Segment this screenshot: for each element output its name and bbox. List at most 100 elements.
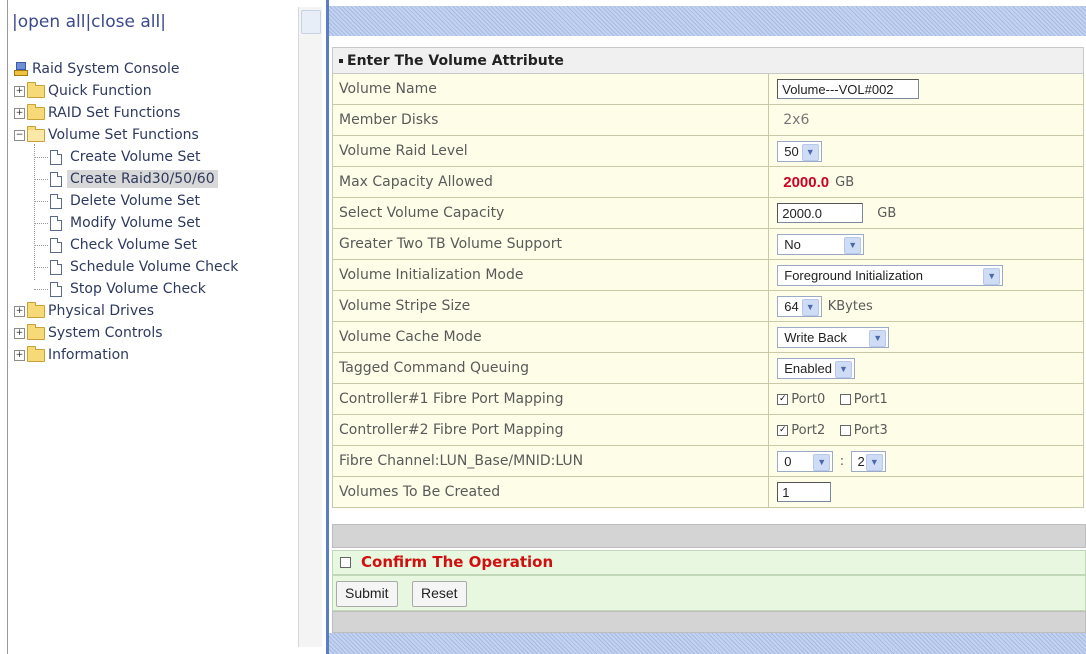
console-icon	[14, 62, 28, 76]
submit-button[interactable]: Submit	[336, 581, 398, 607]
unit-label: GB	[877, 205, 897, 221]
chevron-down-icon[interactable]: ▼	[983, 267, 1001, 285]
checkbox-label: Port3	[853, 422, 888, 438]
content-frame: Enter The Volume Attribute Volume Name V…	[329, 0, 1086, 654]
row-raid-level: Volume Raid Level 50 ▼	[331, 135, 1084, 167]
select-value: 2	[857, 453, 865, 469]
select-value: 50	[784, 143, 799, 159]
expand-plus-icon[interactable]: +	[14, 108, 25, 119]
row-max-capacity: Max Capacity Allowed 2000.0 GB	[331, 166, 1084, 198]
init-mode-select[interactable]: Foreground Initialization ▼	[777, 264, 1004, 286]
raid-level-select[interactable]: 50 ▼	[777, 140, 822, 162]
chevron-down-icon[interactable]: ▼	[801, 143, 819, 161]
tree-item-label: Modify Volume Set	[70, 215, 201, 231]
cache-mode-select[interactable]: Write Back ▼	[777, 326, 890, 348]
expand-plus-icon[interactable]: +	[14, 86, 25, 97]
field-label: Tagged Command Queuing	[331, 352, 770, 384]
confirm-row: Confirm The Operation	[332, 550, 1086, 575]
footer-bar	[332, 611, 1086, 633]
tree-item-label: Check Volume Set	[70, 237, 198, 253]
member-disks-value: 2x6	[783, 112, 810, 128]
volume-attribute-form: Enter The Volume Attribute Volume Name V…	[331, 47, 1084, 508]
tree-group-label: Quick Function	[48, 83, 152, 99]
close-all-link[interactable]: close all	[91, 12, 160, 32]
lun-base-select[interactable]: 0 ▼	[777, 450, 834, 472]
open-all-link[interactable]: open all	[18, 12, 86, 32]
checkbox-label: Port1	[853, 391, 888, 407]
row-tcq: Tagged Command Queuing Enabled ▼	[331, 352, 1084, 384]
field-label: Volume Initialization Mode	[331, 259, 770, 291]
tree-item-label: Create Volume Set	[70, 149, 201, 165]
row-ctrl1-mapping: Controller#1 Fibre Port Mapping ✓ Port0 P…	[331, 383, 1084, 415]
max-capacity-value: 2000.0	[783, 173, 830, 191]
frame-border	[7, 0, 8, 654]
field-label: Volumes To Be Created	[331, 476, 770, 508]
tree-group-label: Volume Set Functions	[48, 127, 199, 143]
checkbox-label: Port0	[791, 391, 826, 407]
nav-scrollbar[interactable]	[298, 7, 322, 647]
tree-item-label: Schedule Volume Check	[70, 259, 239, 275]
page-icon	[50, 194, 62, 209]
tree-item-label: Delete Volume Set	[70, 193, 200, 209]
chevron-down-icon[interactable]: ▼	[834, 360, 852, 378]
row-init-mode: Volume Initialization Mode Foreground In…	[331, 259, 1084, 291]
chevron-down-icon[interactable]: ▼	[801, 298, 819, 316]
collapse-minus-icon[interactable]: −	[14, 130, 25, 141]
capacity-input[interactable]: 2000.0	[777, 203, 864, 223]
page-icon	[50, 260, 62, 275]
reset-button[interactable]: Reset	[412, 581, 467, 607]
stripe-size-select[interactable]: 64 ▼	[777, 295, 822, 317]
chevron-down-icon[interactable]: ▼	[813, 453, 831, 471]
port2-checkbox[interactable]: ✓	[777, 424, 789, 436]
scrollbar-up-button[interactable]	[301, 10, 321, 34]
tree-item-label: Stop Volume Check	[70, 281, 206, 297]
footer-banner	[329, 633, 1086, 654]
row-cache-mode: Volume Cache Mode Write Back ▼	[331, 321, 1084, 353]
port3-checkbox[interactable]	[839, 424, 851, 436]
confirm-checkbox[interactable]	[340, 557, 351, 568]
folder-icon	[27, 104, 45, 120]
unit-label: GB	[835, 174, 855, 190]
chevron-down-icon[interactable]: ▼	[844, 236, 862, 254]
expand-plus-icon[interactable]: +	[14, 306, 25, 317]
volumes-count-input[interactable]: 1	[777, 482, 832, 502]
bullet-icon	[339, 58, 343, 63]
tree-item-label-selected: Create Raid30/50/60	[67, 170, 218, 188]
port1-checkbox[interactable]	[839, 393, 851, 405]
form-title-text: Enter The Volume Attribute	[347, 52, 564, 69]
page-icon	[50, 150, 62, 165]
row-volume-name: Volume Name Volume---VOL#002	[331, 73, 1084, 105]
select-value: Enabled	[784, 360, 832, 376]
volume-name-input[interactable]: Volume---VOL#002	[777, 79, 920, 99]
tree-toolbar: |open all|close all|	[12, 12, 166, 32]
field-label: Select Volume Capacity	[331, 197, 770, 229]
lun-select[interactable]: 2 ▼	[850, 450, 886, 472]
field-label: Volume Raid Level	[331, 135, 770, 167]
field-label: Controller#1 Fibre Port Mapping	[331, 383, 770, 415]
lun-separator: :	[839, 453, 845, 469]
confirm-label: Confirm The Operation	[361, 553, 554, 571]
expand-plus-icon[interactable]: +	[14, 350, 25, 361]
chevron-down-icon[interactable]: ▼	[865, 453, 883, 471]
chevron-down-icon[interactable]: ▼	[869, 329, 887, 347]
page-icon	[50, 216, 62, 231]
separator-bar	[332, 524, 1086, 548]
field-label: Greater Two TB Volume Support	[331, 228, 770, 260]
greater-two-tb-select[interactable]: No ▼	[777, 233, 865, 255]
select-value: Write Back	[784, 329, 847, 345]
folder-icon	[27, 82, 45, 98]
tree-connector	[34, 144, 35, 280]
tcq-select[interactable]: Enabled ▼	[777, 357, 855, 379]
field-label: Volume Stripe Size	[331, 290, 770, 322]
nav-frame: |open all|close all| Raid System Console…	[0, 0, 326, 654]
port0-checkbox[interactable]: ✓	[777, 393, 789, 405]
row-ctrl2-mapping: Controller#2 Fibre Port Mapping ✓ Port2 P…	[331, 414, 1084, 446]
expand-plus-icon[interactable]: +	[14, 328, 25, 339]
row-member-disks: Member Disks 2x6	[331, 104, 1084, 136]
field-label: Volume Name	[331, 73, 770, 105]
tree-group-label: RAID Set Functions	[48, 105, 181, 121]
tree-group-label: System Controls	[48, 325, 163, 341]
select-value: No	[784, 236, 801, 252]
row-greater-two-tb: Greater Two TB Volume Support No ▼	[331, 228, 1084, 260]
folder-icon	[27, 324, 45, 340]
